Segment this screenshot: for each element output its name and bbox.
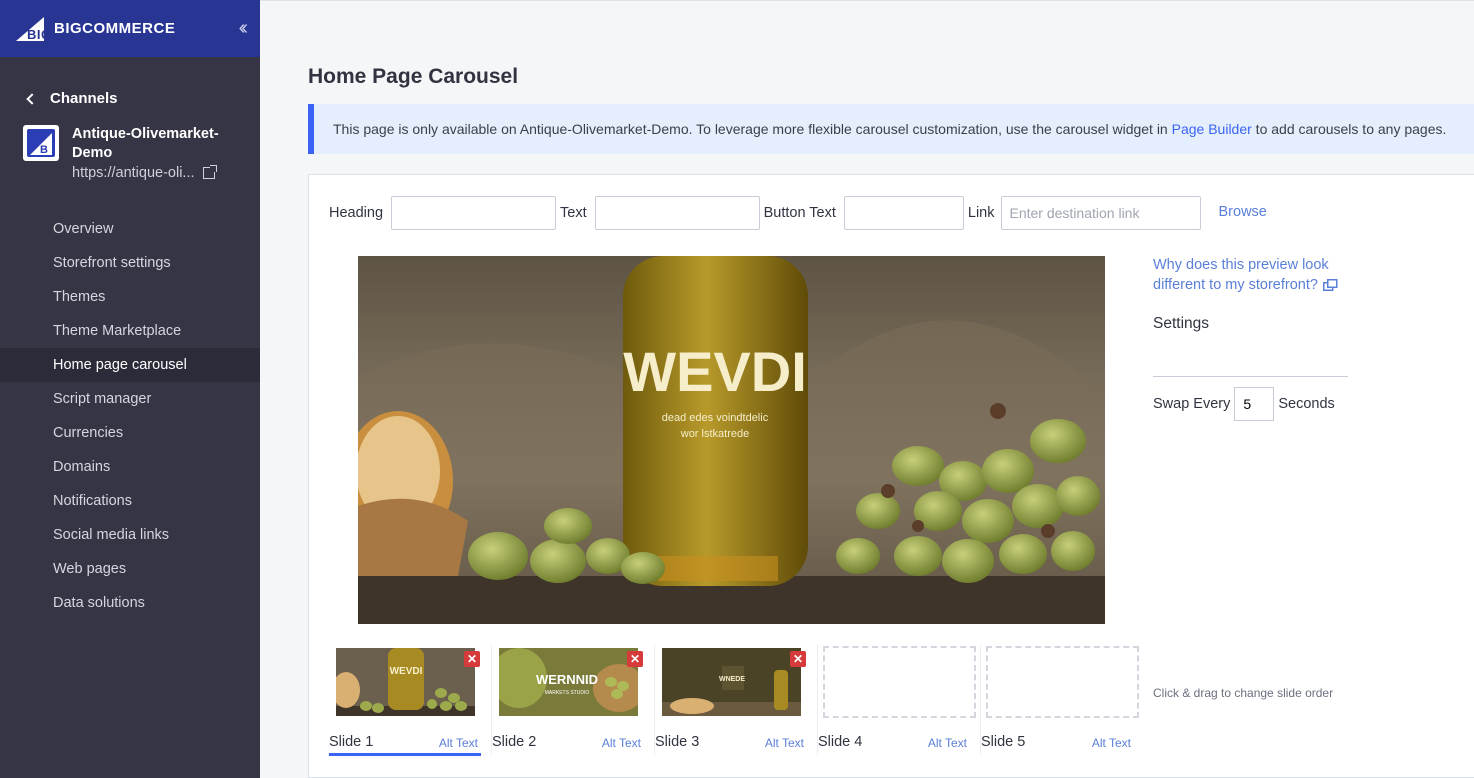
heading-label: Heading: [329, 205, 384, 221]
preview-bottle-line-1: dead edes voindtdelic: [662, 412, 769, 424]
double-chevron-left-icon[interactable]: ‹‹: [239, 17, 249, 40]
sidebar-item-web-pages[interactable]: Web pages: [0, 552, 260, 586]
button-text-label: Button Text: [763, 205, 836, 221]
link-input[interactable]: [1000, 196, 1201, 230]
main-content: Home Page Carousel This page is only ava…: [260, 0, 1474, 778]
banner-text-prefix: This page is only available on Antique-O…: [333, 121, 1172, 137]
slide-strip: WEVDI ✕ Slide 1 Alt Text WERNNID MARKETS…: [329, 645, 1144, 756]
empty-slide-placeholder[interactable]: [823, 646, 976, 718]
page-builder-link[interactable]: Page Builder: [1172, 121, 1252, 137]
settings-heading: Settings: [1153, 315, 1210, 332]
slide-item[interactable]: Slide 5 Alt Text: [981, 645, 1144, 755]
slide-item[interactable]: WERNNID MARKETS STUDIO ✕ Slide 2 Alt Tex…: [492, 645, 655, 755]
preview-bottle-line-2: wor lstkatrede: [680, 428, 749, 440]
sidebar-item-home-page-carousel[interactable]: Home page carousel: [0, 348, 260, 382]
button-text-input[interactable]: [843, 196, 964, 230]
bigcommerce-logo[interactable]: BIG BIGCOMMERCE: [16, 15, 175, 43]
svg-text:BIG: BIG: [27, 27, 52, 42]
slide-2-thumb-text: WERNNID: [536, 672, 598, 687]
preview-bottle-title: WEVDI: [623, 340, 807, 403]
sidebar-item-currencies[interactable]: Currencies: [0, 416, 260, 450]
slide-2-thumb-subtext: MARKETS STUDIO: [545, 690, 590, 696]
sidebar-item-overview[interactable]: Overview: [0, 212, 260, 246]
swap-seconds-input[interactable]: [1234, 387, 1275, 421]
sidebar-item-social-media-links[interactable]: Social media links: [0, 518, 260, 552]
alt-text-link[interactable]: Alt Text: [1092, 736, 1131, 750]
sidebar-nav: Overview Storefront settings Themes Them…: [0, 212, 260, 620]
sidebar-item-storefront-settings[interactable]: Storefront settings: [0, 246, 260, 280]
alt-text-link[interactable]: Alt Text: [602, 736, 641, 750]
slide-label[interactable]: Slide 2: [492, 734, 536, 750]
svg-text:B: B: [40, 144, 48, 156]
page-title: Home Page Carousel: [308, 65, 519, 88]
slide-fields: Heading Text Button Text Link Browse: [329, 196, 1267, 230]
sidebar: BIG BIGCOMMERCE ‹‹ Channels B Antique-Ol…: [0, 0, 260, 778]
heading-input[interactable]: [391, 196, 557, 230]
delete-slide-icon[interactable]: ✕: [464, 651, 480, 667]
active-slide-indicator: [329, 753, 481, 756]
why-link-line-1: Why does this preview look: [1153, 257, 1329, 273]
link-label: Link: [967, 205, 995, 221]
alt-text-link[interactable]: Alt Text: [765, 736, 804, 750]
delete-slide-icon[interactable]: ✕: [790, 651, 806, 667]
olive-oil-preview-illustration: WEVDI dead edes voindtdelic wor lstkatre…: [358, 256, 1105, 624]
slide-thumbnail[interactable]: WERNNID MARKETS STUDIO: [499, 648, 638, 716]
seconds-label: Seconds: [1278, 396, 1335, 412]
channel-card: B Antique-Olivemarket-Demo https://antiq…: [0, 107, 260, 181]
sidebar-item-domains[interactable]: Domains: [0, 450, 260, 484]
text-input[interactable]: [594, 196, 760, 230]
new-window-icon: [1322, 279, 1338, 291]
why-link-line-2: different to my storefront?: [1153, 277, 1318, 293]
slide-thumbnail[interactable]: WNEDE: [662, 648, 801, 716]
slide-item[interactable]: Slide 4 Alt Text: [818, 645, 981, 755]
text-label: Text: [560, 205, 587, 221]
why-preview-different-link[interactable]: Why does this preview look different to …: [1153, 255, 1338, 295]
channels-back-link[interactable]: Channels: [0, 57, 260, 107]
slide-label[interactable]: Slide 1: [329, 734, 373, 750]
sidebar-item-data-solutions[interactable]: Data solutions: [0, 586, 260, 620]
banner-text-suffix: to add carousels to any pages.: [1251, 121, 1447, 137]
sidebar-header: BIG BIGCOMMERCE ‹‹: [0, 0, 260, 57]
slide-label[interactable]: Slide 5: [981, 734, 1025, 750]
slide-label[interactable]: Slide 4: [818, 734, 862, 750]
slide-1-thumb-text: WEVDI: [390, 666, 423, 677]
drag-hint-text: Click & drag to change slide order: [1153, 686, 1334, 700]
slide-item[interactable]: WEVDI ✕ Slide 1 Alt Text: [329, 645, 492, 756]
slide-item[interactable]: WNEDE ✕ Slide 3 Alt Text: [655, 645, 818, 755]
channel-url: https://antique-oli...: [72, 165, 195, 181]
storefront-icon: B: [23, 125, 59, 161]
chevron-left-icon: [26, 92, 38, 105]
browse-link[interactable]: Browse: [1219, 204, 1267, 220]
slide-3-thumb-text: WNEDE: [719, 676, 745, 683]
swap-every-label: Swap Every: [1153, 396, 1231, 412]
swap-interval-setting: Swap Every Seconds: [1153, 387, 1335, 421]
empty-slide-placeholder[interactable]: [986, 646, 1139, 718]
bigcommerce-logo-icon: BIG: [16, 16, 52, 42]
slide-label[interactable]: Slide 3: [655, 734, 699, 750]
sidebar-item-script-manager[interactable]: Script manager: [0, 382, 260, 416]
slide-thumbnail[interactable]: WEVDI: [336, 648, 475, 716]
channel-url-link[interactable]: https://antique-oli...: [72, 165, 237, 181]
carousel-editor-card: Heading Text Button Text Link Browse: [308, 174, 1474, 778]
info-banner: This page is only available on Antique-O…: [308, 104, 1474, 154]
sidebar-item-themes[interactable]: Themes: [0, 280, 260, 314]
channel-name: Antique-Olivemarket-Demo: [72, 126, 219, 161]
external-link-icon[interactable]: [202, 165, 217, 179]
sidebar-item-notifications[interactable]: Notifications: [0, 484, 260, 518]
sidebar-item-theme-marketplace[interactable]: Theme Marketplace: [0, 314, 260, 348]
alt-text-link[interactable]: Alt Text: [439, 736, 478, 750]
channels-label: Channels: [50, 90, 118, 107]
alt-text-link[interactable]: Alt Text: [928, 736, 967, 750]
delete-slide-icon[interactable]: ✕: [627, 651, 643, 667]
logo-text: BIGCOMMERCE: [54, 20, 176, 37]
settings-divider: [1153, 376, 1348, 377]
slide-preview-image: WEVDI dead edes voindtdelic wor lstkatre…: [358, 256, 1105, 624]
